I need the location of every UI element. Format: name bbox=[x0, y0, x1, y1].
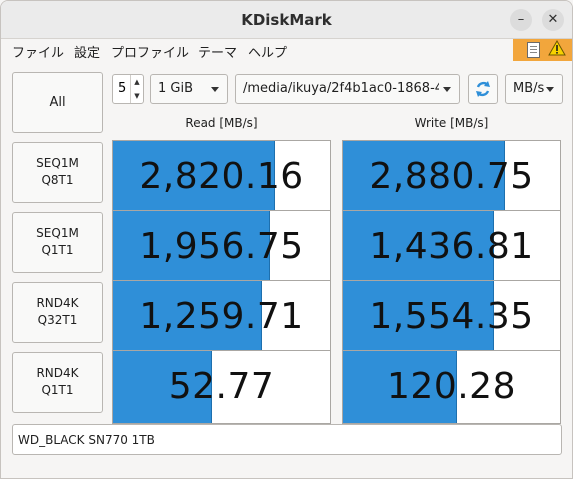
minimize-button[interactable]: – bbox=[510, 9, 532, 31]
test-label: SEQ1M bbox=[36, 156, 79, 170]
document-icon[interactable] bbox=[527, 42, 540, 58]
read-meter: 1,956.75 bbox=[112, 210, 331, 284]
test-button-seq1m-q1t1[interactable]: SEQ1M Q1T1 bbox=[12, 212, 103, 273]
warning-area[interactable] bbox=[513, 39, 572, 61]
write-value: 120.28 bbox=[387, 366, 516, 407]
read-value: 1,956.75 bbox=[139, 226, 304, 267]
unit-value: MB/s bbox=[513, 81, 545, 96]
close-icon: ✕ bbox=[547, 12, 559, 27]
unit-select[interactable]: MB/s bbox=[505, 74, 563, 104]
menu-theme[interactable]: テーマ bbox=[198, 42, 237, 61]
test-sublabel: Q8T1 bbox=[41, 173, 74, 187]
write-meter: 120.28 bbox=[342, 350, 561, 424]
chevron-down-icon bbox=[443, 87, 451, 92]
warning-icon[interactable] bbox=[548, 39, 566, 60]
count-spinbox[interactable]: 5 ▲ ▼ bbox=[112, 74, 144, 104]
read-value: 1,259.71 bbox=[139, 296, 304, 337]
test-sublabel: Q1T1 bbox=[41, 383, 74, 397]
size-value: 1 GiB bbox=[158, 81, 194, 96]
write-value: 1,436.81 bbox=[369, 226, 534, 267]
app-window: KDiskMark – ✕ ファイル 設定 プロファイル テーマ ヘルプ All… bbox=[0, 0, 573, 479]
spin-arrows[interactable]: ▲ ▼ bbox=[130, 75, 143, 103]
size-select[interactable]: 1 GiB bbox=[150, 74, 228, 104]
read-value: 52.77 bbox=[168, 366, 275, 407]
path-select[interactable]: /media/ikuya/2f4b1ac0-1868-49c2- bbox=[235, 74, 460, 104]
test-sublabel: Q32T1 bbox=[37, 313, 78, 327]
write-header: Write [MB/s] bbox=[414, 116, 489, 130]
test-button-rnd4k-q32t1[interactable]: RND4K Q32T1 bbox=[12, 282, 103, 343]
minimize-icon: – bbox=[517, 12, 525, 27]
write-value: 1,554.35 bbox=[369, 296, 534, 337]
read-meter: 1,259.71 bbox=[112, 280, 331, 354]
close-button[interactable]: ✕ bbox=[542, 9, 564, 31]
write-meter: 2,880.75 bbox=[342, 140, 561, 214]
test-button-seq1m-q8t1[interactable]: SEQ1M Q8T1 bbox=[12, 142, 103, 203]
chevron-up-icon[interactable]: ▲ bbox=[131, 75, 143, 89]
chevron-down-icon[interactable]: ▼ bbox=[131, 89, 143, 103]
device-name: WD_BLACK SN770 1TB bbox=[18, 433, 155, 447]
menu-profile[interactable]: プロファイル bbox=[111, 42, 189, 61]
test-sublabel: Q1T1 bbox=[41, 243, 74, 257]
menu-settings[interactable]: 設定 bbox=[74, 42, 100, 61]
chevron-down-icon bbox=[211, 87, 219, 92]
refresh-icon bbox=[476, 81, 490, 97]
read-meter: 52.77 bbox=[112, 350, 331, 424]
read-value: 2,820.16 bbox=[139, 156, 304, 197]
test-label: SEQ1M bbox=[36, 226, 79, 240]
test-label: RND4K bbox=[36, 296, 79, 310]
run-all-button[interactable]: All bbox=[12, 72, 103, 133]
refresh-button[interactable] bbox=[468, 74, 498, 104]
window-title: KDiskMark bbox=[241, 11, 332, 29]
menu-help[interactable]: ヘルプ bbox=[248, 42, 287, 61]
test-button-rnd4k-q1t1[interactable]: RND4K Q1T1 bbox=[12, 352, 103, 413]
title-bar: KDiskMark – ✕ bbox=[1, 1, 572, 39]
path-value: /media/ikuya/2f4b1ac0-1868-49c2- bbox=[243, 81, 439, 96]
read-header: Read [MB/s] bbox=[185, 116, 258, 130]
menu-file[interactable]: ファイル bbox=[12, 42, 64, 61]
write-meter: 1,436.81 bbox=[342, 210, 561, 284]
menu-bar: ファイル 設定 プロファイル テーマ ヘルプ bbox=[1, 39, 572, 61]
count-value: 5 bbox=[118, 81, 127, 96]
write-meter: 1,554.35 bbox=[342, 280, 561, 354]
write-value: 2,880.75 bbox=[369, 156, 534, 197]
read-meter: 2,820.16 bbox=[112, 140, 331, 214]
device-info-field[interactable]: WD_BLACK SN770 1TB bbox=[12, 424, 562, 455]
chevron-down-icon bbox=[546, 87, 554, 92]
test-label: RND4K bbox=[36, 366, 79, 380]
